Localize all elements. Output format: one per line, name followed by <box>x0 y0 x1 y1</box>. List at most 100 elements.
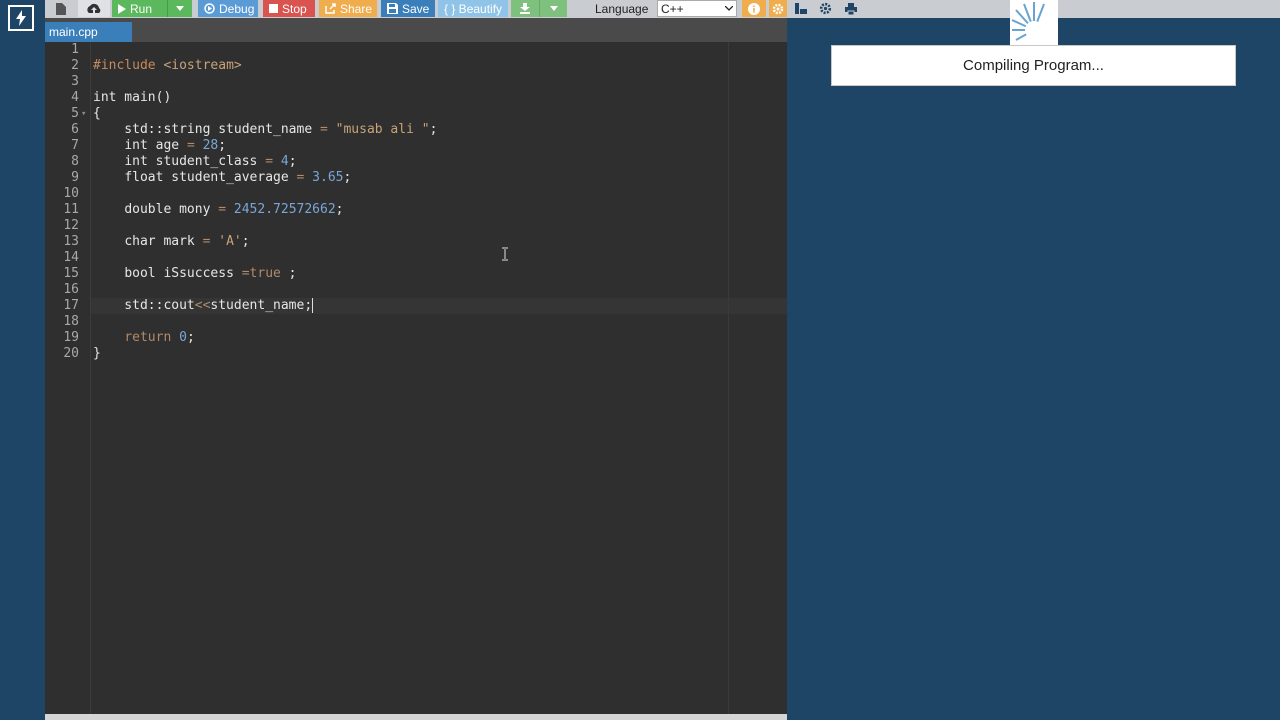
bolt-icon <box>16 10 26 26</box>
line-number: 15 <box>63 266 79 281</box>
code-line[interactable]: 20} <box>45 346 787 362</box>
code-line[interactable]: 12 <box>45 218 787 234</box>
code-line[interactable]: 4 int main() <box>45 90 787 106</box>
code-text: } <box>93 346 101 361</box>
info-button[interactable] <box>742 0 766 17</box>
app-logo[interactable] <box>8 5 34 31</box>
upload-button[interactable] <box>78 0 110 17</box>
line-number: 8 <box>71 154 79 169</box>
file-icon <box>56 2 66 15</box>
code-line[interactable]: 6 std::string student_name = "musab ali … <box>45 122 787 138</box>
line-number: 11 <box>63 202 79 217</box>
code-text: float student_average = 3.65; <box>124 170 352 185</box>
line-number: 18 <box>63 314 79 329</box>
language-select[interactable]: C++ <box>657 0 737 17</box>
gear-icon <box>772 3 784 14</box>
gear-icon <box>819 2 831 15</box>
print-button[interactable] <box>841 0 861 17</box>
save-label: Save <box>402 1 430 16</box>
text-cursor-icon <box>502 247 508 261</box>
code-editor[interactable]: 1 2 #include <iostream> 3 4 int main() 5 ▾ {… <box>45 42 787 714</box>
code-line[interactable]: 16 <box>45 282 787 298</box>
code-line[interactable]: 19 return 0; <box>45 330 787 346</box>
code-text: int age = 28; <box>124 138 227 153</box>
code-line[interactable]: 11 double mony = 2452.72572662; <box>45 202 787 218</box>
line-number: 17 <box>63 298 79 313</box>
code-line[interactable]: 10 <box>45 186 787 202</box>
code-line[interactable]: 2 #include <iostream> <box>45 58 787 74</box>
compiling-status-text: Compiling Program... <box>963 57 1104 74</box>
main-toolbar: Run Debug Stop Share Save { } Beautify L… <box>45 0 787 18</box>
code-line[interactable]: 7 int age = 28; <box>45 138 787 154</box>
compiling-status-box: Compiling Program... <box>831 45 1236 86</box>
beautify-label: { } Beautify <box>444 1 503 16</box>
info-icon <box>748 2 760 15</box>
code-line[interactable]: 3 <box>45 74 787 90</box>
line-number: 19 <box>63 330 79 345</box>
code-text: char mark = 'A'; <box>124 234 250 249</box>
run-button[interactable]: Run <box>112 0 167 17</box>
code-line[interactable]: 14 <box>45 250 787 266</box>
layout-icon <box>795 3 807 14</box>
new-file-button[interactable] <box>45 0 77 17</box>
code-text: int student_class = 4; <box>124 154 297 169</box>
language-label: Language <box>595 1 649 16</box>
code-line[interactable]: 8 int student_class = 4; <box>45 154 787 170</box>
code-text: #include <iostream> <box>93 58 242 73</box>
code-text: { <box>93 106 101 121</box>
line-number: 16 <box>63 282 79 297</box>
code-line[interactable]: 9 float student_average = 3.65; <box>45 170 787 186</box>
line-number: 14 <box>63 250 79 265</box>
line-number: 2 <box>71 58 79 73</box>
code-line[interactable]: 17 std::cout<<student_name; <box>45 298 787 314</box>
tab-main-cpp[interactable]: main.cpp <box>45 22 132 42</box>
line-number: 13 <box>63 234 79 249</box>
floppy-icon <box>387 3 398 14</box>
code-line[interactable]: 13 char mark = 'A'; <box>45 234 787 250</box>
layout-button[interactable] <box>791 0 811 17</box>
chevron-down-icon <box>725 6 733 11</box>
caret-down-icon <box>549 6 558 11</box>
upload-icon <box>87 3 101 13</box>
line-number: 9 <box>71 170 79 185</box>
settings-button[interactable] <box>769 0 787 17</box>
code-line[interactable]: 15 bool iSsuccess =true ; <box>45 266 787 282</box>
code-line[interactable]: 5 ▾ { <box>45 106 787 122</box>
line-number: 5 <box>71 106 79 121</box>
stop-icon <box>269 4 278 13</box>
line-number: 1 <box>71 42 79 57</box>
language-select-value: C++ <box>661 1 684 16</box>
share-label: Share <box>340 1 373 16</box>
save-button[interactable]: Save <box>381 0 435 17</box>
output-settings-button[interactable] <box>815 0 835 17</box>
code-text: bool iSsuccess =true ; <box>124 266 297 281</box>
line-number: 3 <box>71 74 79 89</box>
code-text: double mony = 2452.72572662; <box>124 202 344 217</box>
fold-arrow-icon[interactable]: ▾ <box>81 106 86 122</box>
code-line[interactable]: 18 <box>45 314 787 330</box>
play-icon <box>118 3 126 14</box>
download-button[interactable] <box>511 0 539 17</box>
stop-button[interactable]: Stop <box>263 0 315 17</box>
line-number: 6 <box>71 122 79 137</box>
code-text: std::string student_name = "musab ali "; <box>93 122 438 137</box>
debug-label: Debug <box>219 1 255 16</box>
output-panel <box>787 18 1280 720</box>
download-options-dropdown[interactable] <box>539 0 567 17</box>
loading-spinner <box>1010 0 1058 45</box>
run-label: Run <box>130 1 153 16</box>
caret-down-icon <box>176 6 184 11</box>
debug-button[interactable]: Debug <box>198 0 258 17</box>
line-number: 10 <box>63 186 79 201</box>
code-text: int main() <box>93 90 172 105</box>
beautify-button[interactable]: { } Beautify <box>438 0 508 17</box>
share-icon <box>325 3 336 14</box>
code-text: std::cout<<student_name; <box>93 298 314 313</box>
code-text: return 0; <box>124 330 195 345</box>
line-number: 7 <box>71 138 79 153</box>
printer-icon <box>845 2 857 15</box>
code-line[interactable]: 1 <box>45 42 787 58</box>
line-number: 12 <box>63 218 79 233</box>
run-options-dropdown[interactable] <box>167 0 192 17</box>
share-button[interactable]: Share <box>319 0 377 17</box>
